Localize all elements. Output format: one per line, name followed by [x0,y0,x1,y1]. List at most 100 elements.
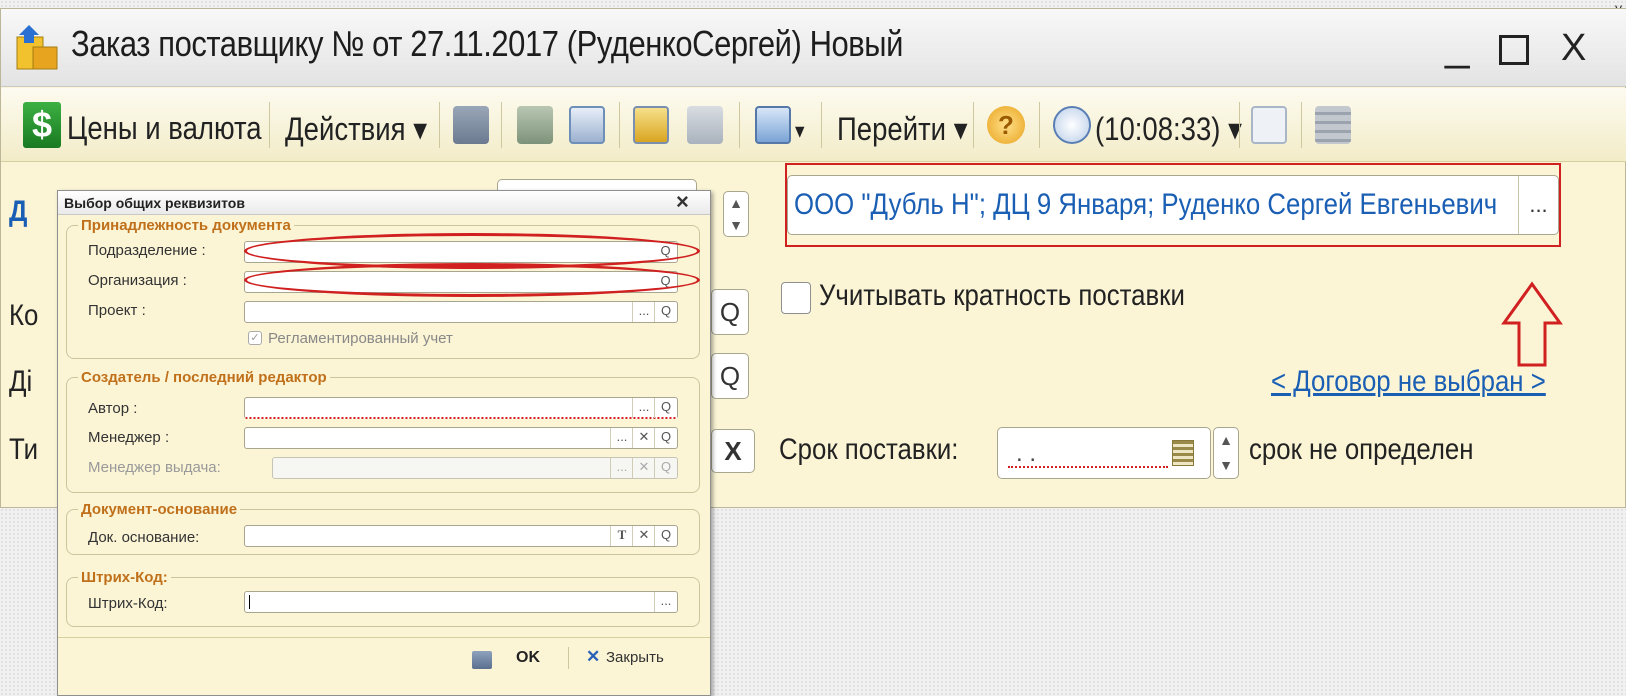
minimize-button[interactable]: _ [1445,21,1469,71]
delivery-note: срок не определен [1249,433,1474,466]
separator [501,102,502,148]
separator [269,102,270,148]
select-button[interactable]: ... [632,302,655,322]
dollar-icon: $ [23,102,61,148]
help-icon[interactable]: ? [987,106,1025,144]
calendar-icon[interactable] [1172,440,1194,466]
clear-icon[interactable]: ✕ [632,428,655,448]
close-icon: ✕ [586,647,601,666]
organization-label: Организация : [88,272,187,289]
clear-icon[interactable]: ✕ [632,526,655,546]
separator [1239,102,1240,148]
save-icon[interactable] [453,106,489,144]
post-document-icon[interactable] [633,106,669,144]
arrow-up-icon [1501,281,1563,367]
goto-menu[interactable]: Перейти ▾ [837,110,968,148]
regulated-checkbox[interactable]: ✓ [248,331,262,345]
barcode-label: Штрих-Код: [88,595,168,612]
project-field[interactable]: ... Q [244,301,678,323]
separator [973,102,974,148]
close-dialog-button[interactable]: Закрыть [606,649,664,666]
delivery-date-field[interactable]: . . [997,427,1211,479]
multiplicity-checkbox[interactable] [781,282,811,314]
window-title: Заказ поставщику № от 27.11.2017 (Руденк… [71,23,903,64]
search-icon[interactable]: Q [711,289,749,335]
barcode-field[interactable]: ... [244,591,678,613]
select-button[interactable]: ... [610,428,633,448]
project-label: Проект : [88,302,146,319]
search-icon[interactable]: Q [654,398,677,418]
group-title: Принадлежность документа [78,217,294,234]
chevron-down-icon[interactable]: ▾ [795,118,805,144]
search-icon[interactable]: Q [654,526,677,546]
manager-label: Менеджер : [88,429,170,446]
type-icon[interactable]: T [610,526,633,546]
author-field[interactable]: ... Q [244,397,678,419]
maximize-button[interactable] [1499,35,1529,65]
manager-issue-field: ... ✕ Q [272,457,678,479]
separator [1039,102,1040,148]
dialog-title-bar: Выбор общих реквизитов × [58,189,710,215]
time-button[interactable]: (10:08:33) ▾ [1095,110,1242,148]
text-cursor [249,595,250,609]
based-on-icon[interactable] [755,106,791,144]
multiplicity-label: Учитывать кратность поставки [819,279,1185,312]
unpost-document-icon[interactable] [687,106,723,144]
separator [1301,102,1302,148]
search-icon[interactable]: Q [711,353,749,399]
select-button[interactable]: ... [654,592,677,612]
clipped-label: Д [9,195,28,228]
org-value: ООО "Дубль Н"; ДЦ 9 Января; Руденко Серг… [794,188,1498,221]
group-title: Штрих-Код: [78,569,171,586]
select-button[interactable]: ... [1518,176,1558,234]
contract-link[interactable]: < Договор не выбран > [1271,365,1546,399]
base-doc-label: Док. основание: [88,529,200,546]
base-doc-field[interactable]: T ✕ Q [244,525,678,547]
group-title: Создатель / последний редактор [78,369,330,386]
regulated-label: Регламентированный учет [268,330,453,347]
dialog-close-button[interactable]: × [676,189,689,215]
select-button: ... [610,458,633,478]
common-details-dialog: Выбор общих реквизитов × Принадлежность … [57,189,711,696]
delivery-date-value: . . [1008,440,1168,468]
divider [58,637,710,638]
title-bar: Заказ поставщику № от 27.11.2017 (Руденк… [1,9,1626,87]
prices-button[interactable]: Цены и валюта [67,110,262,147]
date-spinner[interactable]: ▲ ▼ [723,191,749,237]
clear-icon[interactable]: X [711,429,755,473]
dialog-title: Выбор общих реквизитов [64,195,245,211]
separator [739,102,740,148]
separator [821,102,822,148]
manager-issue-label: Менеджер выдача: [88,459,221,476]
author-label: Автор : [88,400,138,417]
clipped-label: Ти [9,433,39,466]
select-button[interactable]: ... [632,398,655,418]
clock-icon [1053,106,1091,144]
actions-menu[interactable]: Действия ▾ [285,110,427,148]
search-icon: Q [654,458,677,478]
separator [619,102,620,148]
ok-button[interactable]: OK [516,649,540,667]
close-button[interactable]: X [1561,27,1586,70]
delivery-spinner[interactable]: ▲ ▼ [1213,427,1239,479]
division-label: Подразделение : [88,242,206,259]
separator [568,647,569,669]
refresh-icon[interactable] [517,106,553,144]
clear-icon: ✕ [632,458,655,478]
highlight-oval [244,263,700,297]
clipped-label: Ді [9,365,33,398]
clipped-label: Ко [9,299,39,332]
copy-document-icon[interactable] [569,106,605,144]
manager-field[interactable]: ... ✕ Q [244,427,678,449]
document-icon [15,23,59,71]
search-icon[interactable]: Q [654,302,677,322]
delivery-label: Срок поставки: [779,433,959,466]
group-title: Документ-основание [78,501,241,518]
table-icon[interactable] [1315,106,1351,144]
separator [439,102,440,148]
toolbar: $ Цены и валюта Действия ▾ ▾ Перейти ▾ ?… [1,88,1626,162]
structure-icon[interactable] [1251,106,1287,144]
search-icon[interactable]: Q [654,428,677,448]
org-field[interactable]: ООО "Дубль Н"; ДЦ 9 Января; Руденко Серг… [787,175,1559,235]
ok-icon [472,651,492,669]
